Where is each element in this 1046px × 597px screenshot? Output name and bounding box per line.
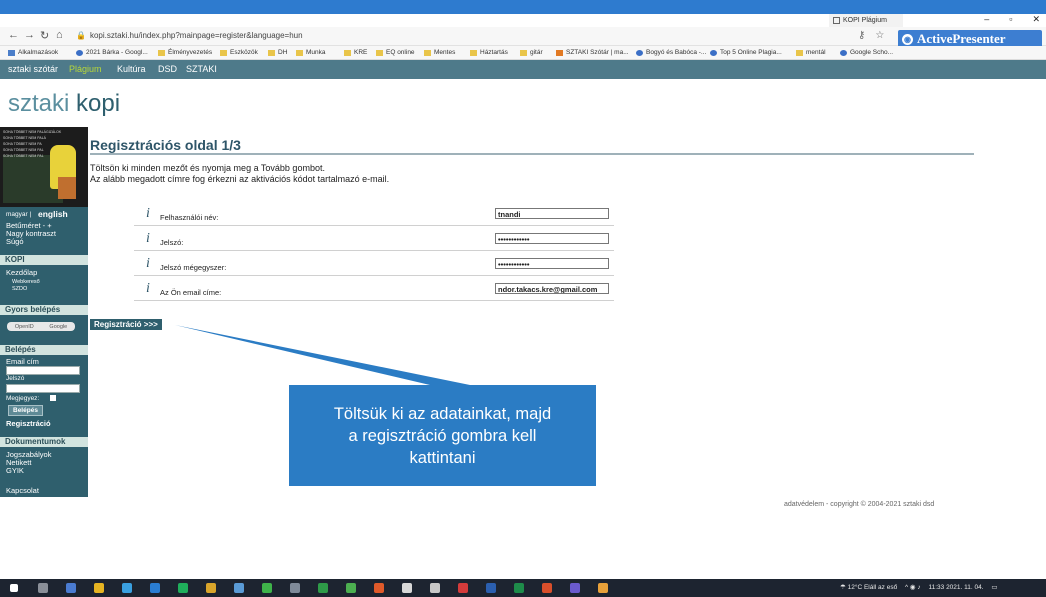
explorer-icon[interactable] xyxy=(94,583,104,593)
volume-icon[interactable]: ♪ xyxy=(917,584,920,591)
app-icon[interactable] xyxy=(150,583,160,593)
excel-icon[interactable] xyxy=(514,583,524,593)
callout-line-3: kattintani xyxy=(409,448,476,467)
app-icon[interactable] xyxy=(346,583,356,593)
start-icon[interactable] xyxy=(10,584,18,592)
app-icon[interactable] xyxy=(374,583,384,593)
clock-time[interactable]: 11:33 xyxy=(928,584,944,591)
app-icon[interactable] xyxy=(178,583,188,593)
weather-text[interactable]: 12°C Eláll az eső xyxy=(848,584,898,591)
chrome-icon[interactable] xyxy=(598,583,608,593)
weather-icon[interactable]: ☂ xyxy=(840,584,846,591)
tray-chevron-icon[interactable]: ^ xyxy=(905,584,908,591)
app-icon[interactable] xyxy=(542,583,552,593)
callout-box: Töltsük ki az adatainkat, majd a regiszt… xyxy=(289,385,596,486)
network-icon[interactable]: ◉ xyxy=(910,584,916,591)
callout-line-1: Töltsük ki az adatainkat, majd xyxy=(333,404,552,423)
clock-date[interactable]: 2021. 11. 04. xyxy=(946,584,983,591)
footer-text: adatvédelem - copyright © 2004-2021 szta… xyxy=(784,501,935,508)
app-icon[interactable] xyxy=(570,583,580,593)
app-icon[interactable] xyxy=(122,583,132,593)
app-icon[interactable] xyxy=(262,583,272,593)
system-tray: ☂ 12°C Eláll az eső ^ ◉ ♪ 11:33 2021. 11… xyxy=(840,583,998,591)
app-icon[interactable] xyxy=(206,583,216,593)
app-icon[interactable] xyxy=(458,583,468,593)
app-icon[interactable] xyxy=(290,583,300,593)
app-icon[interactable] xyxy=(66,583,76,593)
app-icon[interactable] xyxy=(430,583,440,593)
notification-icon[interactable]: ▭ xyxy=(991,584,997,591)
app-icon[interactable] xyxy=(234,583,244,593)
word-icon[interactable] xyxy=(486,583,496,593)
app-icon[interactable] xyxy=(402,583,412,593)
callout-line-2: a regisztráció gombra kell xyxy=(348,426,537,445)
task-view-icon[interactable] xyxy=(38,583,48,593)
app-icon[interactable] xyxy=(318,583,328,593)
